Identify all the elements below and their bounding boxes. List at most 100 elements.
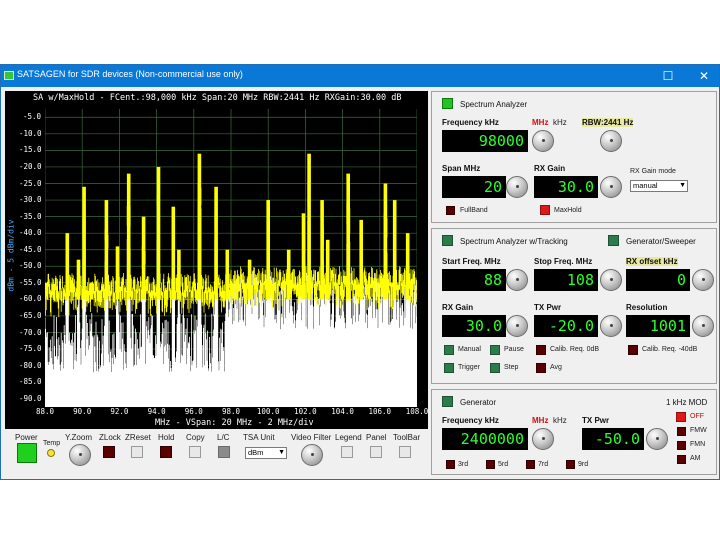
pause-toggle[interactable] xyxy=(490,345,500,355)
manual-toggle[interactable] xyxy=(444,345,454,355)
signal-peak xyxy=(214,186,218,300)
mod-fmw-toggle[interactable] xyxy=(677,427,686,436)
gen-txpwr-knob[interactable] xyxy=(646,428,668,450)
signal-peak xyxy=(82,186,86,300)
start-freq-knob[interactable] xyxy=(506,269,528,291)
resolution-knob[interactable] xyxy=(692,315,714,337)
chevron-down-icon: ▼ xyxy=(278,449,285,456)
sa-mode-indicator[interactable] xyxy=(442,98,453,109)
fullband-label: FullBand xyxy=(460,207,488,214)
lc-label: L/C xyxy=(217,433,230,442)
resolution-display[interactable]: 1001 xyxy=(626,315,690,337)
harmonic-9rd-toggle[interactable] xyxy=(566,460,575,469)
mod-am-toggle[interactable] xyxy=(677,455,686,464)
close-button[interactable]: ✕ xyxy=(693,67,715,85)
x-tick-label: 88.0 xyxy=(35,407,55,416)
gen-frequency-knob[interactable] xyxy=(532,428,554,450)
zreset-button[interactable] xyxy=(131,446,143,458)
fullband-toggle[interactable] xyxy=(446,206,455,215)
title-bar[interactable]: SATSAGEN for SDR devices (Non-commercial… xyxy=(1,65,719,87)
avg-label: Avg xyxy=(550,364,562,371)
x-tick-label: 100.0 xyxy=(256,407,280,416)
tracking-mode-indicator[interactable] xyxy=(442,235,453,246)
y-axis-title: dBm - 5 dBm/div xyxy=(6,219,16,292)
panel-toggle[interactable] xyxy=(370,446,382,458)
stop-freq-knob[interactable] xyxy=(600,269,622,291)
generator-sweeper-indicator[interactable] xyxy=(608,235,619,246)
harmonic-3rd-toggle[interactable] xyxy=(446,460,455,469)
sa-frequency-knob[interactable] xyxy=(532,130,554,152)
mod-off-toggle[interactable] xyxy=(676,412,686,422)
toolbar-toggle[interactable] xyxy=(399,446,411,458)
tracking-rxgain-knob[interactable] xyxy=(506,315,528,337)
hold-toggle[interactable] xyxy=(160,446,172,458)
trigger-toggle[interactable] xyxy=(444,363,454,373)
tracking-txpwr-display[interactable]: -20.0 xyxy=(534,315,598,337)
signal-peak xyxy=(104,200,109,300)
copy-button[interactable] xyxy=(189,446,201,458)
tracking-panel: Spectrum Analyzer w/Tracking Generator/S… xyxy=(431,228,717,384)
stop-freq-display[interactable]: 108 xyxy=(534,269,598,291)
x-tick-label: 94.0 xyxy=(147,407,166,416)
gen-unit-mhz[interactable]: MHz xyxy=(532,416,548,425)
gen-txpwr-display[interactable]: -50.0 xyxy=(582,428,644,450)
mod-off-label: OFF xyxy=(690,413,704,420)
yzoom-knob[interactable] xyxy=(69,444,91,466)
sa-frequency-display[interactable]: 98000 xyxy=(442,130,528,152)
signal-peak xyxy=(383,183,388,300)
sa-rxgain-knob[interactable] xyxy=(600,176,622,198)
signal-peak xyxy=(320,200,324,300)
rx-offset-knob[interactable] xyxy=(692,269,714,291)
harmonic-7rd-toggle[interactable] xyxy=(526,460,535,469)
sa-span-display[interactable]: 20 xyxy=(442,176,506,198)
gen-unit-khz[interactable]: kHz xyxy=(553,416,567,425)
tracking-txpwr-knob[interactable] xyxy=(600,315,622,337)
avg-toggle[interactable] xyxy=(536,363,546,373)
zreset-label: ZReset xyxy=(125,433,151,442)
zlock-toggle[interactable] xyxy=(103,446,115,458)
signal-peak xyxy=(266,200,270,300)
sa-span-knob[interactable] xyxy=(506,176,528,198)
trigger-label: Trigger xyxy=(458,364,480,371)
maxhold-toggle[interactable] xyxy=(540,205,550,215)
mod-fmn-toggle[interactable] xyxy=(677,441,686,450)
resolution-label: Resolution xyxy=(626,303,668,312)
lc-toggle[interactable] xyxy=(218,446,230,458)
tracking-rxgain-display[interactable]: 30.0 xyxy=(442,315,506,337)
y-tick-label: -90.0 xyxy=(19,393,42,403)
generator-panel: Generator 1 kHz MOD Frequency kHz MHz kH… xyxy=(431,389,717,475)
rx-offset-display[interactable]: 0 xyxy=(626,269,690,291)
step-toggle[interactable] xyxy=(490,363,500,373)
sa-unit-khz[interactable]: kHz xyxy=(553,118,567,127)
gen-frequency-display[interactable]: 2400000 xyxy=(442,428,528,450)
signal-peak xyxy=(177,249,181,300)
spectrum-display[interactable]: SA w/MaxHold - FCent.:98,000 kHz Span:20… xyxy=(5,91,428,429)
signal-peak xyxy=(156,166,161,300)
video-filter-knob[interactable] xyxy=(301,444,323,466)
zlock-label: ZLock xyxy=(99,433,121,442)
gen-freq-label: Frequency kHz xyxy=(442,416,499,425)
sa-rxgain-mode-select[interactable]: manual ▼ xyxy=(630,180,688,192)
harmonic-5rd-toggle[interactable] xyxy=(486,460,495,469)
sa-rbw-knob[interactable] xyxy=(600,130,622,152)
sa-rxgain-display[interactable]: 30.0 xyxy=(534,176,598,198)
calib-40db-toggle[interactable] xyxy=(628,345,638,355)
stop-freq-label: Stop Freq. MHz xyxy=(534,257,593,266)
maximize-button[interactable]: ☐ xyxy=(657,67,679,85)
power-button[interactable] xyxy=(17,443,37,463)
y-tick-label: -35.0 xyxy=(19,211,42,221)
start-freq-display[interactable]: 88 xyxy=(442,269,506,291)
signal-peak xyxy=(76,259,81,300)
panel-label: Panel xyxy=(366,433,387,442)
generator-mode-indicator[interactable] xyxy=(442,396,453,407)
calib-0db-toggle[interactable] xyxy=(536,345,546,355)
generator-title: Generator xyxy=(460,398,497,407)
legend-toggle[interactable] xyxy=(341,446,353,458)
spectrum-plot[interactable] xyxy=(45,109,417,407)
tsa-unit-select[interactable]: dBm ▼ xyxy=(245,447,287,459)
x-tick-label: 108.0 xyxy=(405,407,429,416)
gen-txpwr-label: TX Pwr xyxy=(582,416,610,425)
signal-peak xyxy=(126,173,131,300)
signal-peak xyxy=(359,219,363,300)
sa-unit-mhz[interactable]: MHz xyxy=(532,118,548,127)
